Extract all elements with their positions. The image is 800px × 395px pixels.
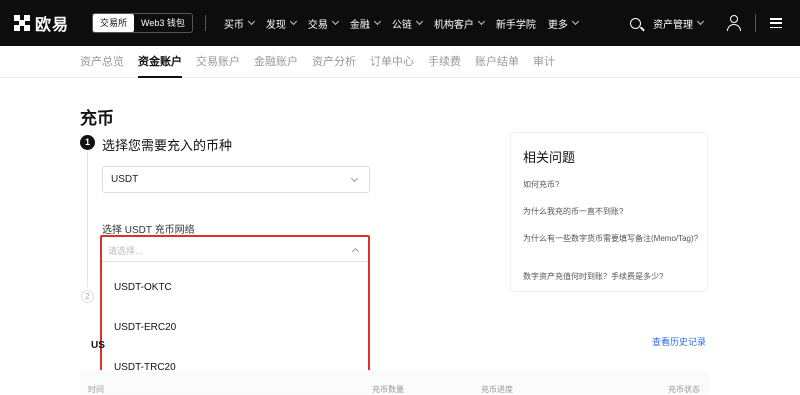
faq-panel: 相关问题 如何充币? 为什么我充的币一直不到账? 为什么有一些数字货币需要填写备… [510, 132, 708, 292]
top-navigation-bar: 欧易 交易所 Web3 钱包 买币 发现 交易 金融 公链 机构客户 新手学院 更多 资产管理 [0, 0, 800, 46]
faq-question-link[interactable]: 为什么我充的币一直不到账? [523, 206, 703, 217]
nav-item[interactable]: 更多 [547, 16, 579, 31]
nav-item-label: 更多 [547, 19, 568, 31]
divider [204, 15, 206, 31]
nav-item-label: 交易 [307, 19, 328, 31]
faq-question-link[interactable]: 如何充币? [523, 179, 703, 190]
step-1-marker: 1 [80, 135, 95, 150]
column-header-time: 时间 [88, 385, 104, 394]
subnav-tab[interactable]: 金融账户 [254, 46, 298, 78]
coin-select[interactable]: USDT [102, 166, 370, 193]
subnav-tab[interactable]: 审计 [533, 46, 555, 78]
top-right-actions: 资产管理 [630, 0, 800, 46]
column-header-status: 充币状态 [668, 385, 700, 394]
search-icon[interactable] [630, 17, 641, 29]
chevron-down-icon [696, 17, 705, 26]
chevron-down-icon [373, 17, 381, 26]
page-title: 充币 [80, 109, 114, 128]
coin-select-value: USDT [111, 174, 139, 185]
history-section-title: US [91, 340, 105, 351]
web3-wallet-tab[interactable]: Web3 钱包 [134, 14, 192, 32]
view-history-link[interactable]: 查看历史记录 [652, 335, 706, 348]
nav-item[interactable]: 新手学院 [496, 16, 536, 31]
nav-item[interactable]: 金融 [349, 16, 381, 31]
nav-item-label: 金融 [349, 19, 370, 31]
nav-item-label: 机构客户 [433, 19, 474, 31]
faq-question-link[interactable]: 为什么有一些数字货币需要填写备注(Memo/Tag)? [523, 233, 703, 244]
brand-name: 欧易 [35, 17, 70, 34]
divider [755, 14, 756, 32]
platform-switch: 交易所 Web3 钱包 [92, 13, 193, 33]
subnav-tab[interactable]: 资产总览 [80, 46, 124, 78]
subnav-tab[interactable]: 手续费 [428, 46, 461, 78]
user-icon[interactable] [727, 15, 741, 31]
nav-item[interactable]: 发现 [265, 16, 297, 31]
nav-item-label: 新手学院 [495, 19, 536, 31]
subnav-tab[interactable]: 账户结单 [475, 46, 519, 78]
column-header-amount: 充币数量 [372, 385, 404, 394]
nav-item-label: 发现 [265, 19, 286, 31]
asset-management-menu[interactable]: 资产管理 [653, 16, 705, 31]
subnav-tab[interactable]: 资金账户 [138, 46, 182, 78]
chevron-down-icon [477, 17, 485, 26]
nav-item-label: 公链 [391, 19, 412, 31]
chevron-down-icon [289, 17, 297, 26]
nav-item[interactable]: 机构客户 [433, 16, 485, 31]
account-subnav: 资产总览 资金账户 交易账户 金融账户 资产分析 订单中心 手续费 账户结单 审计 [0, 46, 800, 78]
highlight-frame [100, 235, 370, 390]
step-2-marker: 2 [81, 290, 94, 303]
okx-logo[interactable]: 欧易 [14, 11, 78, 35]
chevron-down-icon [571, 17, 579, 26]
faq-title: 相关问题 [523, 150, 576, 165]
nav-item[interactable]: 交易 [307, 16, 339, 31]
asset-management-label: 资产管理 [653, 19, 693, 31]
exchange-tab[interactable]: 交易所 [93, 14, 135, 32]
menu-icon[interactable] [770, 18, 782, 28]
okx-logo-icon [14, 15, 30, 31]
nav-item[interactable]: 买币 [223, 16, 255, 31]
chevron-down-icon [331, 17, 339, 26]
chevron-down-icon [350, 174, 359, 183]
subnav-tab[interactable]: 交易账户 [196, 46, 240, 78]
nav-item[interactable]: 公链 [391, 16, 423, 31]
subnav-tab[interactable]: 资产分析 [312, 46, 356, 78]
faq-question-link[interactable]: 数字资产充值何时到账？手续费是多少? [523, 271, 703, 282]
subnav-tab[interactable]: 订单中心 [370, 46, 414, 78]
column-header-progress: 充币进度 [481, 385, 513, 394]
chevron-down-icon [415, 17, 423, 26]
step-1-label: 选择您需要充入的币种 [102, 138, 233, 153]
nav-item-label: 买币 [223, 19, 244, 31]
step-connector-line [87, 151, 88, 287]
network-label: 选择 USDT 充币网络 [102, 225, 195, 236]
chevron-down-icon [247, 17, 255, 26]
main-nav: 买币 发现 交易 金融 公链 机构客户 新手学院 更多 [212, 16, 579, 31]
